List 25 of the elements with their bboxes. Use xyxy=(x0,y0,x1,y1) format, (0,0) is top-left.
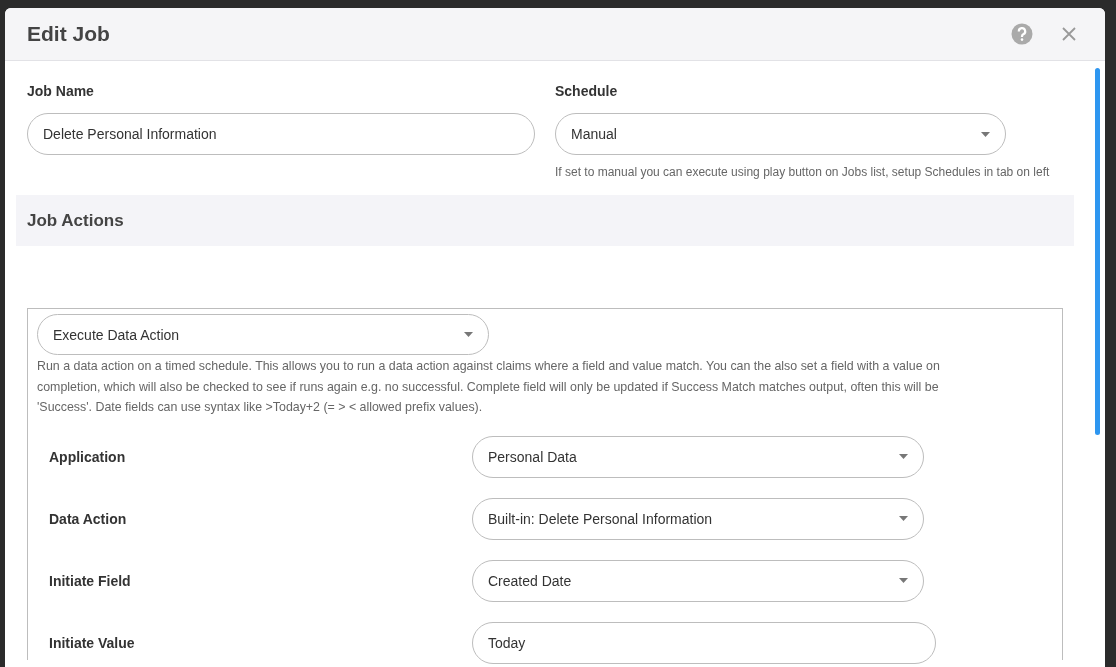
caret-icon xyxy=(899,516,908,521)
close-icon[interactable] xyxy=(1061,26,1077,42)
dropdown-field[interactable]: Built-in: Delete Personal Information xyxy=(472,497,924,540)
field-label: Job Name xyxy=(27,83,95,101)
dropdown-field[interactable]: Created Date xyxy=(472,559,924,602)
input-field[interactable]: Delete Personal Information xyxy=(27,113,535,155)
hint-text: If set to manual you can execute using play button on Jobs list, setup Schedules in tab on left xyxy=(555,165,1050,181)
dialog-title: Edit Job xyxy=(27,22,110,46)
dropdown-field[interactable]: Execute Data Action xyxy=(37,314,489,355)
section-title: Job Actions xyxy=(27,210,124,231)
field-label: Application xyxy=(48,448,127,465)
field-label: Initiate Value xyxy=(48,634,136,651)
help-icon[interactable] xyxy=(1011,23,1033,45)
caret-icon xyxy=(981,131,990,137)
caret-icon xyxy=(899,454,908,459)
field-label: Initiate Field xyxy=(48,572,132,589)
description-text: Run a data action on a timed schedule. This allows you to run a data action against claims where a field and value match. You can the also set a field with a value on completion, which will also be checked to see if runs again e.g. no successful. Complete field will only be updated if Success Match matches output, often this will be 'Success'. Date fields can use syntax like >Today+2 (= > < allowed prefix values). xyxy=(37,358,941,416)
field-label: Data Action xyxy=(48,510,128,527)
input-field[interactable]: Today xyxy=(472,621,936,664)
dropdown-field[interactable]: Manual xyxy=(555,113,1006,155)
dropdown-field[interactable]: Personal Data xyxy=(472,435,924,478)
scrollbar-thumb[interactable] xyxy=(1094,68,1100,435)
caret-icon xyxy=(464,332,473,337)
field-label: Schedule xyxy=(555,83,619,101)
caret-icon xyxy=(899,578,908,583)
